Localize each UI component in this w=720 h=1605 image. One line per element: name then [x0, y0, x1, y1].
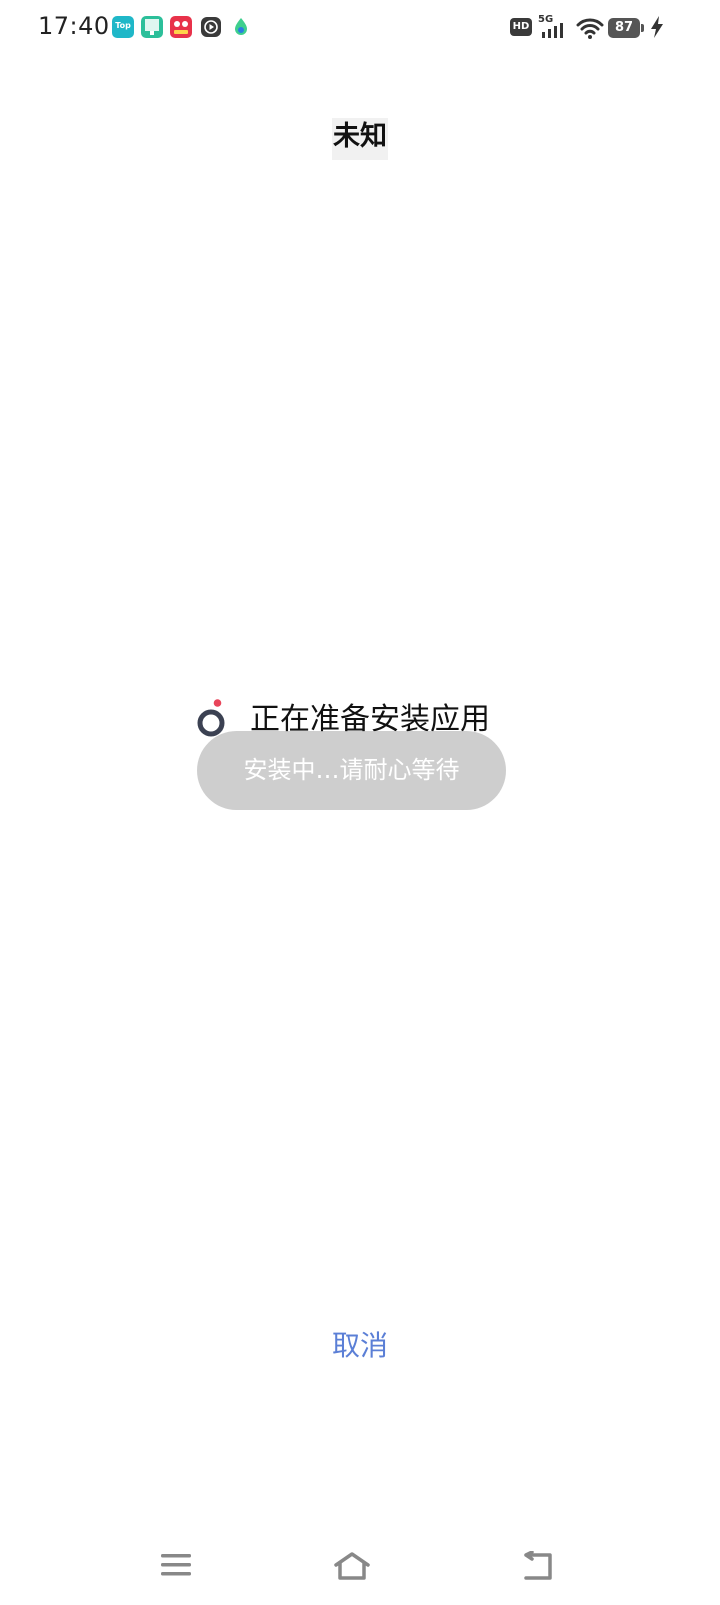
home-button[interactable] — [312, 1525, 392, 1605]
recent-apps-button[interactable] — [136, 1525, 216, 1605]
status-bar: 17:40 Top HD 5G 87 — [0, 0, 720, 56]
app-green-icon — [141, 16, 163, 38]
back-icon — [524, 1551, 552, 1580]
app-top-icon-label: Top — [115, 21, 131, 30]
toast-message: 安装中…请耐心等待 — [197, 731, 506, 810]
app-green-drop-icon — [230, 16, 252, 38]
battery-icon: 87 — [608, 18, 644, 38]
media-play-icon — [200, 16, 222, 38]
status-time: 17:40 — [38, 12, 110, 40]
app-name-title: 未知 — [0, 118, 720, 160]
app-red-icon — [170, 16, 192, 38]
home-icon — [334, 1552, 370, 1580]
app-top-icon: Top — [112, 16, 134, 38]
cancel-button[interactable]: 取消 — [300, 1322, 420, 1370]
menu-icon — [161, 1554, 191, 1576]
battery-level: 87 — [608, 18, 640, 38]
wifi-icon — [576, 16, 604, 40]
status-indicators: HD 5G 87 — [510, 14, 670, 42]
hd-badge: HD — [510, 18, 532, 36]
back-button[interactable] — [498, 1525, 578, 1605]
cellular-signal-icon: 5G — [538, 14, 570, 40]
page-title: 未知 — [332, 118, 388, 160]
navigation-bar — [0, 1525, 720, 1605]
charging-icon — [650, 16, 664, 38]
